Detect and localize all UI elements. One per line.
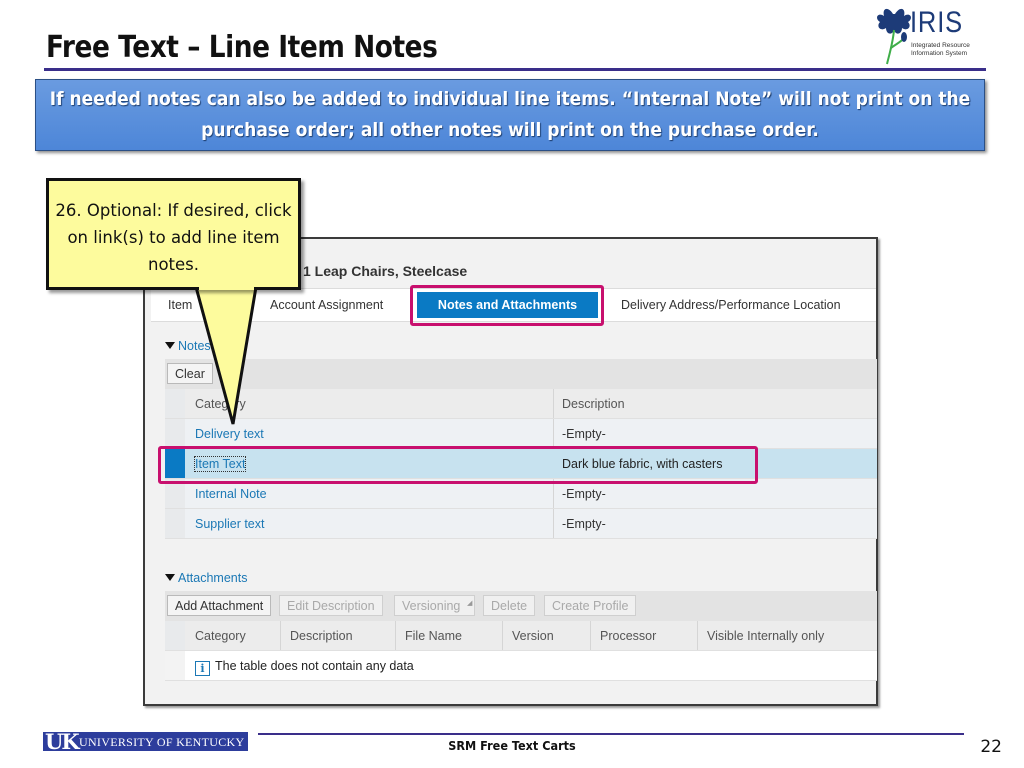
banner-text: If needed notes can also be added to ind… (49, 88, 971, 141)
column-header-processor[interactable]: Processor (600, 621, 656, 650)
collapse-triangle-icon (165, 574, 175, 581)
column-header-category[interactable]: Category (195, 621, 246, 650)
column-header-category[interactable]: Category (195, 389, 246, 418)
iris-flower-icon (877, 8, 911, 65)
versioning-button[interactable]: Versioning ◢ (394, 595, 476, 616)
row-selector[interactable] (165, 419, 185, 448)
delete-button[interactable]: Delete (483, 595, 536, 616)
versioning-label: Versioning (402, 599, 461, 613)
info-banner: If needed notes can also be added to ind… (35, 79, 985, 151)
row-highlight-box (158, 446, 758, 484)
callout-text: 26. Optional: If desired, click on link(… (55, 201, 292, 274)
notes-section-label: Notes (178, 339, 211, 353)
tab-highlight-box (410, 285, 604, 326)
row-selector[interactable] (165, 509, 185, 538)
attachments-section-label: Attachments (178, 571, 248, 585)
notes-row[interactable]: Supplier text -Empty- (165, 509, 877, 539)
column-header-file-name[interactable]: File Name (405, 621, 462, 650)
notes-toolbar: Clear (165, 359, 877, 389)
tab-account-assignment[interactable]: Account Assignment (270, 289, 383, 321)
page-number: 22 (980, 737, 1002, 757)
attachments-toolbar: Add Attachment Edit Description Versioni… (165, 591, 877, 621)
tab-delivery-address[interactable]: Delivery Address/Performance Location (621, 289, 841, 321)
item-title: 1 Leap Chairs, Steelcase (303, 263, 468, 279)
notes-row[interactable]: Delivery text -Empty- (165, 419, 877, 449)
title-divider (44, 68, 986, 71)
iris-subtitle-1: Integrated Resource (911, 42, 970, 49)
slide-title: Free Text – Line Item Notes (46, 30, 438, 65)
iris-logo-text: IRIS (910, 6, 964, 39)
attachments-header-row: Category Description File Name Version P… (165, 621, 877, 651)
empty-table-message: The table does not contain any data (215, 659, 414, 673)
edit-description-button[interactable]: Edit Description (279, 595, 383, 616)
iris-logo: IRIS Integrated Resource Information Sys… (874, 6, 974, 68)
footer-divider (258, 733, 964, 735)
add-attachment-button[interactable]: Add Attachment (167, 595, 272, 616)
supplier-text-link[interactable]: Supplier text (195, 509, 264, 538)
footer-title: SRM Free Text Carts (448, 738, 576, 753)
notes-section-toggle[interactable]: Notes (165, 339, 211, 353)
column-header-version[interactable]: Version (512, 621, 554, 650)
info-icon: i (195, 661, 210, 676)
clear-button[interactable]: Clear (167, 363, 213, 384)
note-description: -Empty- (562, 517, 606, 531)
iris-subtitle-2: Information System (911, 50, 967, 57)
instruction-callout: 26. Optional: If desired, click on link(… (46, 178, 301, 290)
note-description: -Empty- (562, 427, 606, 441)
notes-header-row: Category Description (165, 389, 877, 419)
tab-item[interactable]: Item (168, 289, 192, 321)
column-header-description[interactable]: Description (290, 621, 353, 650)
sap-item-details-window: 1 Leap Chairs, Steelcase Item Account As… (143, 237, 878, 706)
column-header-description[interactable]: Description (562, 389, 625, 418)
attachments-section-toggle[interactable]: Attachments (165, 571, 247, 585)
dropdown-corner-icon: ◢ (466, 600, 473, 607)
column-header-visible-internally[interactable]: Visible Internally only (707, 621, 824, 650)
delivery-text-link[interactable]: Delivery text (195, 419, 264, 448)
empty-table-row: i The table does not contain any data (165, 651, 877, 681)
create-profile-button[interactable]: Create Profile (544, 595, 637, 616)
collapse-triangle-icon (165, 342, 175, 349)
